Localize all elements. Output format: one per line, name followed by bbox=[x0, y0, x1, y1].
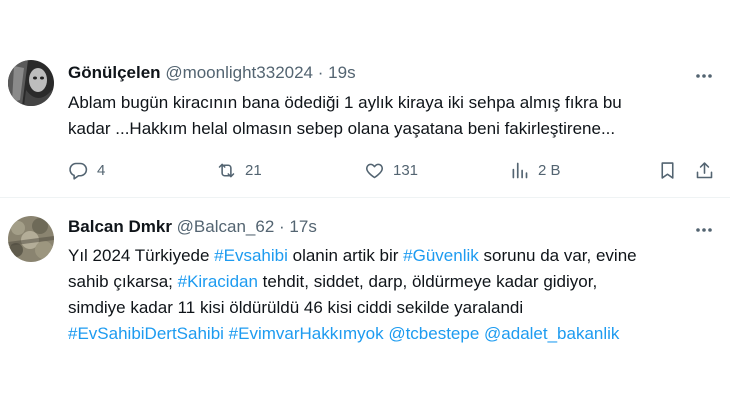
reply-count: 4 bbox=[97, 161, 106, 179]
tweet-header: Gönülçelen @moonlight332024 · 19s bbox=[68, 62, 356, 84]
views-button[interactable]: 2 B bbox=[509, 158, 561, 182]
tweet-text-line: Yıl 2024 Türkiyede #Evsahibi olanin arti… bbox=[68, 243, 718, 269]
like-count: 131 bbox=[393, 161, 419, 179]
hashtag-link[interactable]: #Kiracidan bbox=[178, 272, 258, 291]
text-segment: olanin artik bir bbox=[287, 246, 404, 265]
repost-button[interactable]: 21 bbox=[216, 158, 262, 182]
view-count: 2 B bbox=[538, 161, 561, 179]
like-button[interactable]: 131 bbox=[364, 158, 418, 182]
handle[interactable]: @Balcan_62 bbox=[177, 217, 275, 236]
bookmark-icon bbox=[661, 161, 674, 179]
action-bar: 4 21 131 2 B bbox=[68, 158, 718, 182]
views-icon bbox=[512, 162, 528, 178]
tweet-text-line: sahib çıkarsa; #Kiracidan tehdit, siddet… bbox=[68, 269, 718, 295]
repost-count: 21 bbox=[245, 161, 262, 179]
text-segment: sahib çıkarsa; bbox=[68, 272, 178, 291]
more-icon[interactable] bbox=[692, 218, 716, 242]
hashtag-link[interactable]: #EvimvarHakkımyok bbox=[229, 324, 384, 343]
avatar[interactable] bbox=[8, 60, 54, 106]
text-segment: simdiye kadar 11 kisi öldürüldü 46 kisi … bbox=[68, 298, 524, 317]
separator: · bbox=[317, 63, 324, 82]
handle[interactable]: @moonlight332024 bbox=[165, 63, 313, 82]
like-icon bbox=[366, 163, 383, 178]
avatar-image bbox=[8, 60, 54, 106]
text-segment: tehdit, siddet, darp, öldürmeye kadar gi… bbox=[257, 272, 598, 291]
tweet-text-line: simdiye kadar 11 kisi öldürüldü 46 kisi … bbox=[68, 295, 718, 321]
avatar-image bbox=[8, 216, 54, 262]
text-segment: sorunu da var, evine bbox=[478, 246, 637, 265]
display-name[interactable]: Balcan Dmkr bbox=[68, 217, 172, 236]
timestamp[interactable]: 17s bbox=[289, 217, 316, 236]
tweet-header: Balcan Dmkr @Balcan_62 · 17s bbox=[68, 216, 317, 238]
hashtag-link[interactable]: #Güvenlik bbox=[403, 246, 479, 265]
tweet[interactable]: Balcan Dmkr @Balcan_62 · 17s Yıl 2024 Tü… bbox=[0, 198, 730, 420]
hashtag-link[interactable]: #EvSahibiDertSahibi bbox=[68, 324, 224, 343]
bookmark-button[interactable] bbox=[657, 158, 678, 182]
reply-icon bbox=[69, 162, 88, 180]
share-icon bbox=[696, 161, 713, 178]
tweet-text-line: #EvSahibiDertSahibi #EvimvarHakkımyok @t… bbox=[68, 321, 718, 347]
tweet-text-line: Ablam bugün kiracının bana ödediği 1 ayl… bbox=[68, 93, 622, 112]
separator: · bbox=[279, 217, 285, 236]
share-button[interactable] bbox=[694, 158, 715, 182]
tweet-text: Yıl 2024 Türkiyede #Evsahibi olanin arti… bbox=[68, 243, 718, 347]
repost-icon bbox=[218, 163, 235, 177]
tweet[interactable]: Gönülçelen @moonlight332024 · 19s Ablam … bbox=[0, 0, 730, 197]
hashtag-link[interactable]: #Evsahibi bbox=[214, 246, 288, 265]
reply-button[interactable]: 4 bbox=[68, 158, 105, 182]
tweet-text: Ablam bugün kiracının bana ödediği 1 ayl… bbox=[68, 90, 718, 142]
mention-link[interactable]: @tcbestepe bbox=[388, 324, 479, 343]
timestamp[interactable]: 19s bbox=[328, 63, 355, 82]
more-icon[interactable] bbox=[692, 64, 716, 88]
avatar[interactable] bbox=[8, 216, 54, 262]
mention-link[interactable]: @adalet_bakanlik bbox=[484, 324, 619, 343]
text-segment: Yıl 2024 Türkiyede bbox=[68, 246, 215, 265]
display-name[interactable]: Gönülçelen bbox=[68, 63, 161, 82]
tweet-text-line: kadar ...Hakkım helal olmasın sebep olan… bbox=[68, 119, 616, 138]
